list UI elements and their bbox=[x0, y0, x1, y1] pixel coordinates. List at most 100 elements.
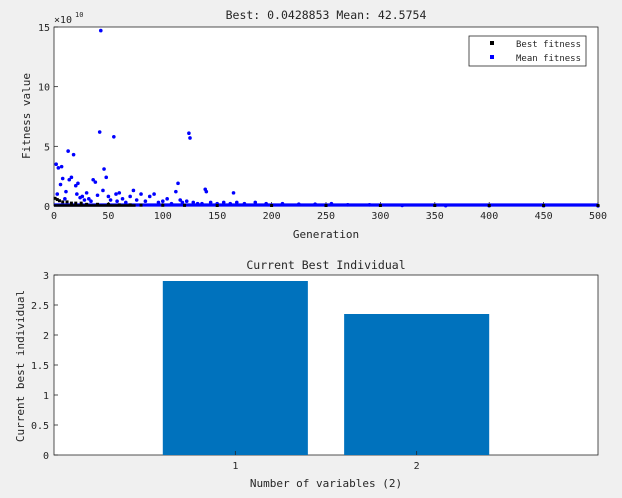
best-individual-y-tick-label: 0 bbox=[43, 451, 49, 462]
mean-fitness-point bbox=[95, 193, 100, 198]
best-fitness-point bbox=[74, 201, 78, 205]
best-individual-y-tick-label: 2.5 bbox=[31, 301, 49, 312]
best-individual-x-tick-label: 1 bbox=[232, 461, 238, 472]
mean-fitness-point bbox=[147, 194, 152, 199]
best-individual-title: Current Best Individual bbox=[246, 258, 405, 272]
fitness-x-tick-label: 200 bbox=[263, 211, 281, 222]
mean-fitness-point bbox=[64, 189, 68, 194]
mean-fitness-point bbox=[174, 189, 178, 194]
mean-fitness-point bbox=[97, 130, 102, 134]
best-fitness-point bbox=[61, 200, 65, 204]
y-exponent-base: ×10 bbox=[54, 15, 72, 26]
mean-fitness-point bbox=[134, 198, 139, 202]
mean-fitness-point bbox=[82, 198, 87, 202]
fitness-y-tick-label: 0 bbox=[44, 202, 50, 213]
fitness-x-tick-label: 0 bbox=[51, 211, 57, 222]
mean-fitness-point bbox=[56, 166, 61, 170]
best-fitness-point bbox=[139, 203, 143, 207]
best-fitness-point bbox=[69, 201, 73, 205]
mean-fitness-point bbox=[76, 181, 80, 186]
mean-fitness-point bbox=[184, 199, 189, 204]
mean-fitness-point bbox=[89, 199, 93, 204]
fitness-y-tick-label: 5 bbox=[44, 142, 50, 153]
best-fitness-point bbox=[183, 203, 187, 207]
best-individual-y-tick-label: 0.5 bbox=[31, 421, 49, 432]
best-individual-y-axis-label: Current best individual bbox=[14, 290, 27, 442]
mean-fitness-point bbox=[55, 192, 60, 196]
best-fitness-point bbox=[65, 200, 69, 204]
mean-fitness-point bbox=[108, 198, 113, 202]
best-fitness-point bbox=[487, 204, 491, 207]
mean-fitness-point bbox=[93, 180, 98, 184]
mean-fitness-point bbox=[71, 152, 76, 157]
best-individual-y-tick-label: 1 bbox=[43, 391, 49, 402]
mean-fitness-point bbox=[114, 192, 118, 196]
best-individual-axes-box bbox=[53, 274, 599, 456]
best-individual-y-tick-label: 2 bbox=[43, 331, 49, 342]
fitness-y-tick-label: 15 bbox=[38, 23, 50, 34]
best-fitness-point bbox=[161, 203, 165, 207]
fitness-x-axis-label: Generation bbox=[293, 228, 359, 241]
mean-fitness-point bbox=[80, 194, 85, 199]
mean-fitness-point bbox=[176, 181, 180, 186]
best-fitness-point bbox=[596, 204, 600, 207]
mean-fitness-point bbox=[231, 191, 236, 195]
mean-fitness-point bbox=[63, 197, 67, 201]
mean-fitness-point bbox=[188, 136, 192, 140]
fitness-plot: Best: 0.0428853 Mean: 42.5754 ×10 10 0 50… bbox=[20, 8, 607, 241]
best-fitness-point bbox=[270, 204, 274, 207]
mean-fitness-point bbox=[128, 194, 132, 199]
mean-fitness-point bbox=[106, 194, 111, 199]
mean-fitness-point bbox=[187, 131, 191, 136]
fitness-x-tick-label: 500 bbox=[589, 211, 607, 222]
fitness-x-tick-label: 250 bbox=[317, 211, 335, 222]
best-fitness-point bbox=[215, 204, 219, 207]
mean-fitness-point bbox=[161, 199, 165, 204]
fitness-x-tick-label: 300 bbox=[371, 211, 389, 222]
figure: Best: 0.0428853 Mean: 42.5754 ×10 10 0 50… bbox=[14, 8, 607, 490]
best-fitness-point bbox=[433, 204, 437, 207]
mean-fitness-point bbox=[98, 28, 103, 33]
mean-fitness-point bbox=[115, 199, 119, 204]
best-individual-plot: Current Best Individual 1 2 0 0.5 1 1.5 2 2.5 3… bbox=[14, 258, 599, 490]
legend-best-marker bbox=[490, 41, 494, 45]
fitness-x-tick-label: 350 bbox=[426, 211, 444, 222]
mean-fitness-point bbox=[139, 192, 143, 196]
legend-mean-marker bbox=[490, 55, 494, 59]
legend-mean-label: Mean fitness bbox=[516, 54, 581, 64]
mean-fitness-point bbox=[117, 191, 122, 195]
best-individual-x-tick-label: 2 bbox=[414, 461, 420, 472]
best-fitness-point bbox=[324, 204, 328, 207]
mean-fitness-point bbox=[204, 189, 209, 194]
fitness-plot-title: Best: 0.0428853 Mean: 42.5754 bbox=[226, 8, 427, 22]
mean-fitness-point bbox=[120, 197, 125, 201]
mean-fitness-point bbox=[66, 149, 70, 153]
best-individual-x-axis-label: Number of variables (2) bbox=[250, 477, 402, 490]
fitness-y-tick-label: 10 bbox=[38, 83, 50, 94]
best-individual-y-tick-label: 3 bbox=[43, 271, 49, 282]
mean-fitness-point bbox=[131, 188, 136, 193]
fitness-x-tick-label: 150 bbox=[208, 211, 226, 222]
y-exponent-power: 10 bbox=[75, 11, 83, 19]
fitness-x-tick-label: 50 bbox=[102, 211, 114, 222]
mean-fitness-point bbox=[58, 182, 63, 187]
best-individual-bar bbox=[344, 314, 490, 455]
best-fitness-point bbox=[79, 201, 83, 205]
legend-best-label: Best fitness bbox=[516, 40, 581, 50]
mean-fitness-point bbox=[54, 162, 58, 167]
mean-fitness-point bbox=[112, 134, 116, 139]
mean-fitness-point bbox=[75, 192, 79, 196]
fitness-x-tick-label: 450 bbox=[535, 211, 553, 222]
mean-fitness-point bbox=[69, 175, 74, 180]
mean-fitness-point bbox=[143, 199, 148, 204]
mean-fitness-point bbox=[101, 188, 105, 193]
best-fitness-point bbox=[57, 199, 61, 203]
mean-fitness-point bbox=[165, 197, 169, 201]
mean-fitness-point bbox=[59, 164, 64, 169]
mean-fitness-point bbox=[104, 175, 109, 180]
best-individual-bar bbox=[162, 281, 308, 455]
fitness-x-tick-label: 400 bbox=[480, 211, 498, 222]
best-fitness-point bbox=[542, 204, 546, 207]
mean-fitness-point bbox=[84, 191, 89, 195]
best-individual-y-tick-label: 1.5 bbox=[31, 361, 49, 372]
